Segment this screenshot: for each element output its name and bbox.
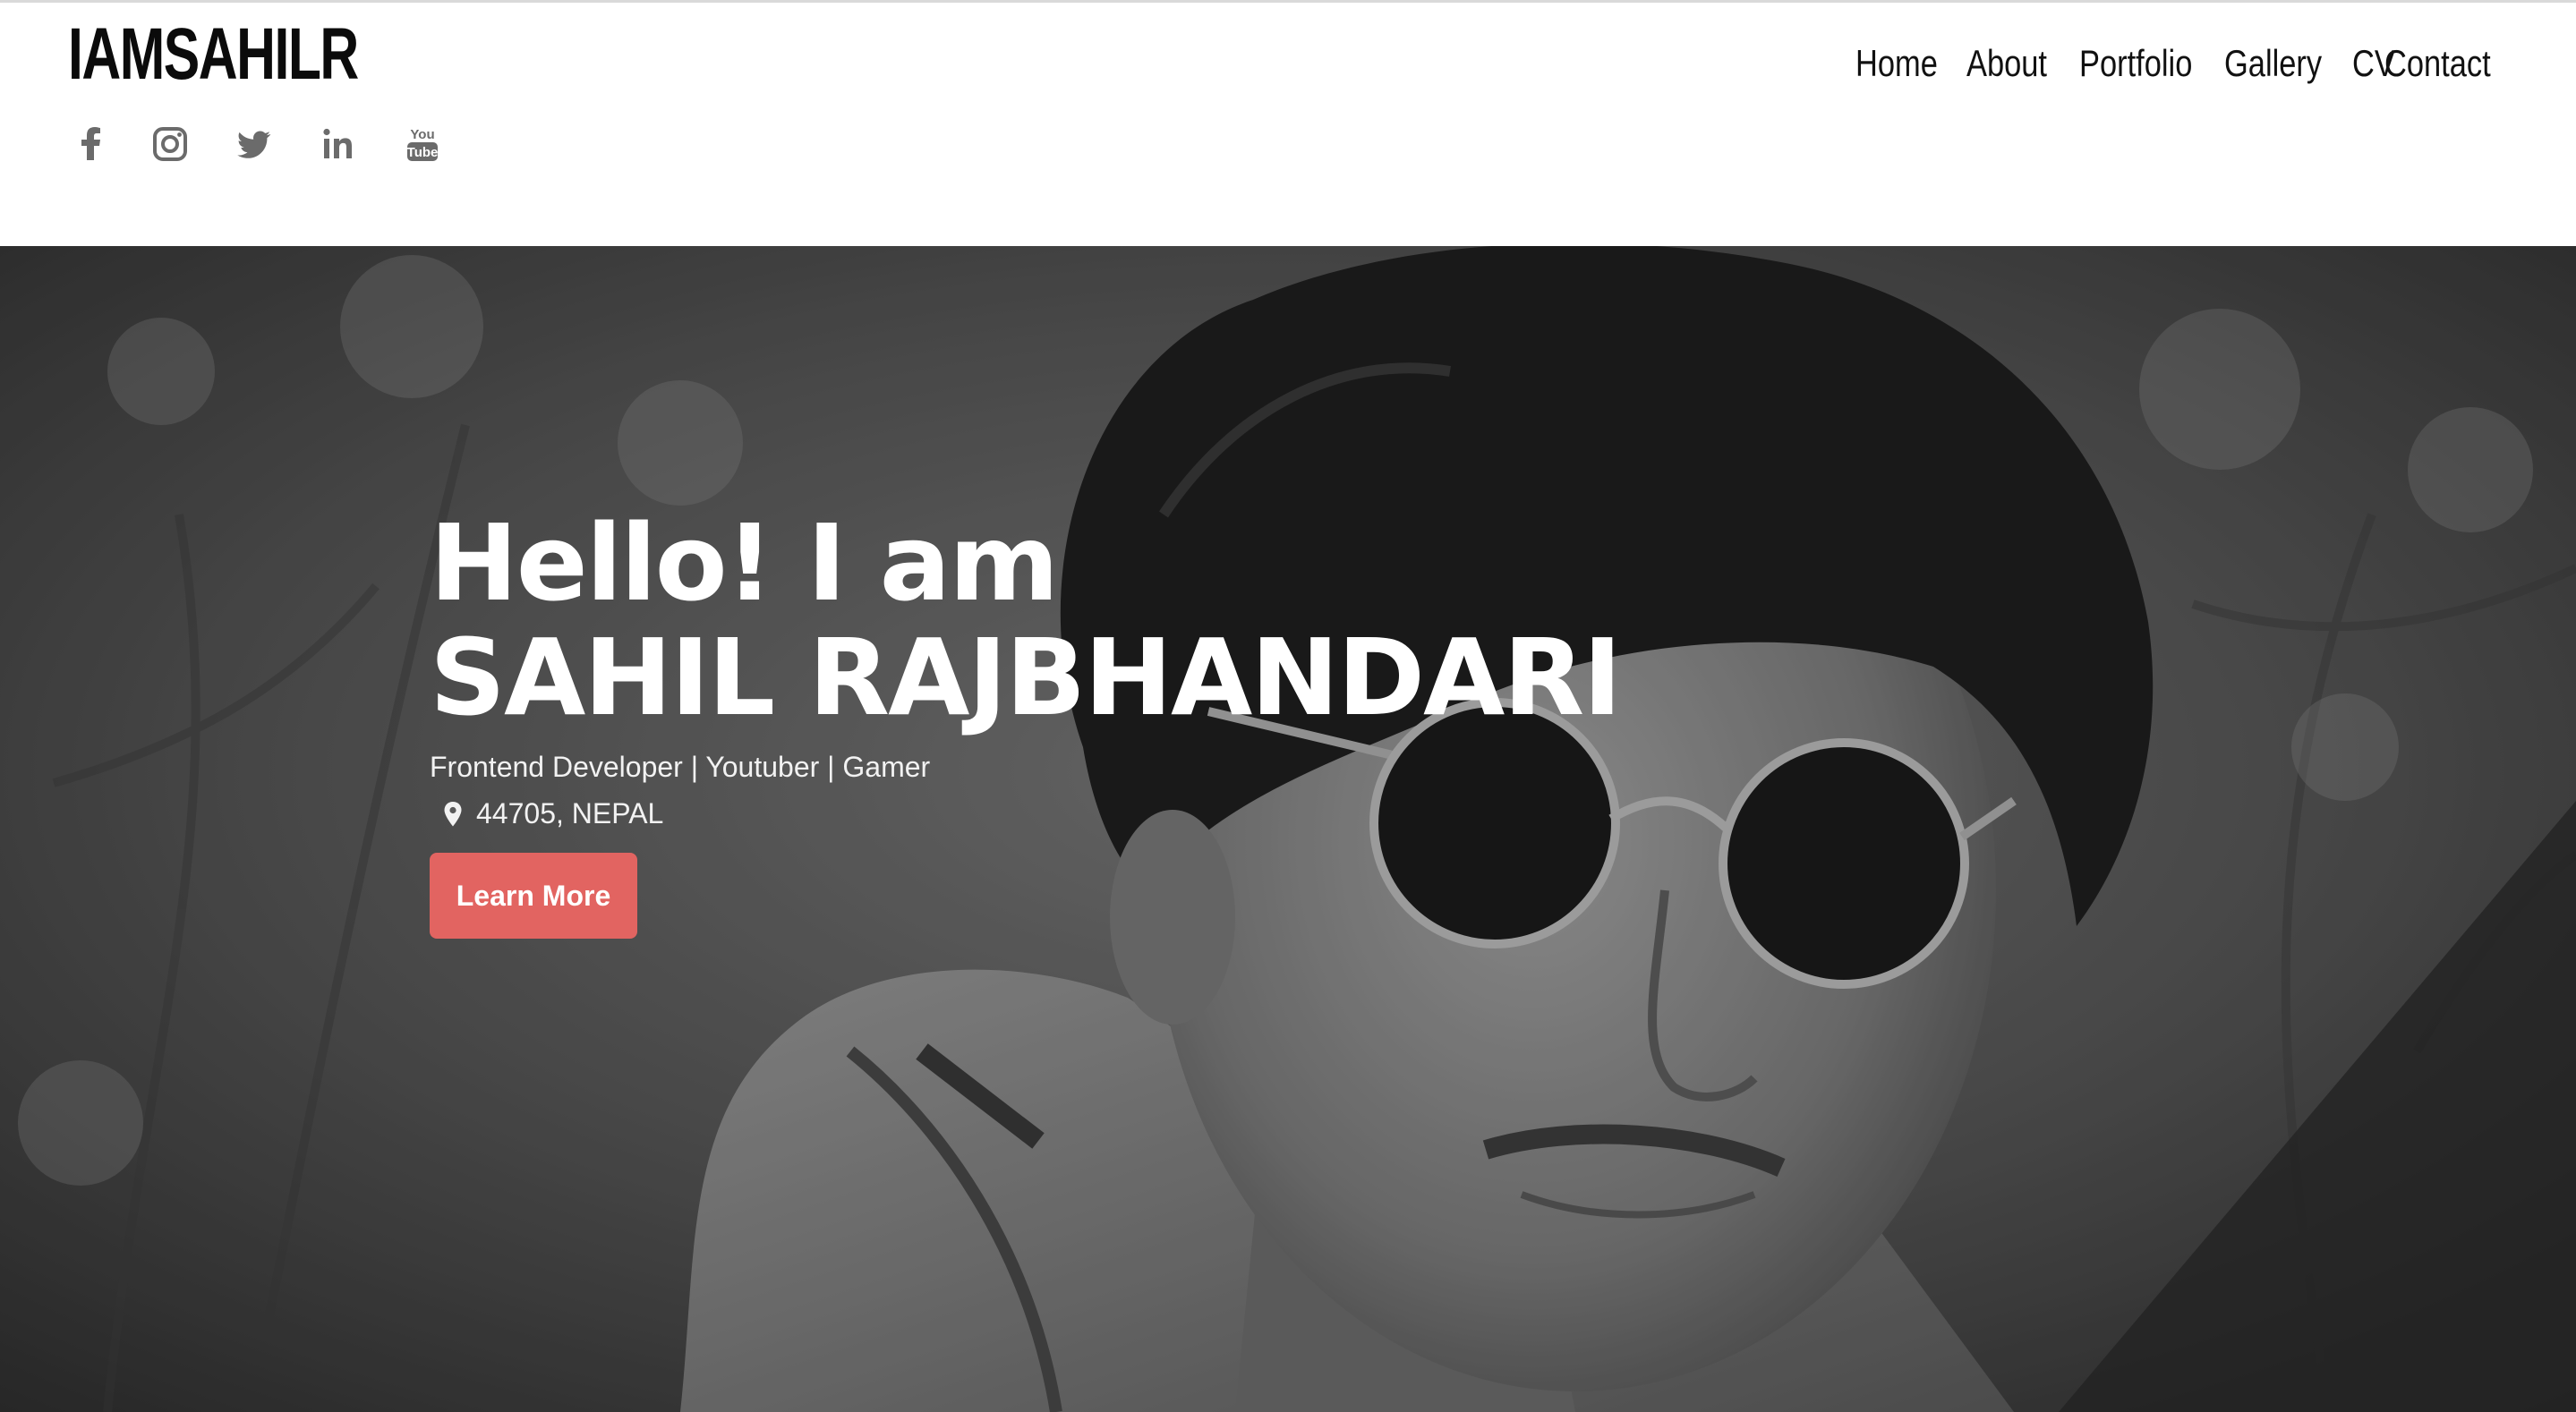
hero-name: SAHIL RAJBHANDARI [430, 616, 1622, 739]
linkedin-link[interactable] [313, 119, 363, 169]
nav-home[interactable]: Home [1855, 38, 1938, 89]
learn-more-button[interactable]: Learn More [430, 853, 637, 939]
map-pin-icon [444, 802, 462, 827]
nav-portfolio[interactable]: Portfolio [2079, 38, 2192, 89]
nav-contact[interactable]: Contact [2384, 38, 2491, 89]
youtube-you-text: You [410, 127, 434, 142]
hero-greeting: Hello! I am [430, 501, 1059, 625]
hero-tagline: Frontend Developer | Youtuber | Gamer [430, 751, 931, 783]
nav-about[interactable]: About [1966, 38, 2047, 89]
hero-heading: Hello! I am SAHIL RAJBHANDARI [430, 506, 1683, 735]
instagram-link[interactable] [145, 119, 195, 169]
facebook-icon [81, 127, 100, 160]
twitter-link[interactable] [229, 119, 279, 169]
twitter-icon [237, 131, 271, 158]
site-header: IAMSAHILR You Tube Home About Portfolio … [0, 3, 2576, 246]
facebook-link[interactable] [66, 119, 116, 169]
hero-content: Hello! I am SAHIL RAJBHANDARI Frontend D… [430, 506, 1683, 939]
instagram-icon [153, 127, 187, 161]
hero-location: 44705, NEPAL [430, 794, 1683, 833]
youtube-link[interactable]: You Tube [397, 119, 448, 169]
main-nav: Home About Portfolio Gallery CV Contact [0, 38, 2576, 92]
youtube-tube-text: Tube [407, 145, 439, 160]
nav-gallery[interactable]: Gallery [2224, 38, 2322, 89]
linkedin-icon [323, 128, 352, 158]
youtube-icon: You Tube [407, 127, 439, 161]
location-text: 44705, NEPAL [476, 797, 664, 829]
hero-section: Hello! I am SAHIL RAJBHANDARI Frontend D… [0, 246, 2576, 1412]
